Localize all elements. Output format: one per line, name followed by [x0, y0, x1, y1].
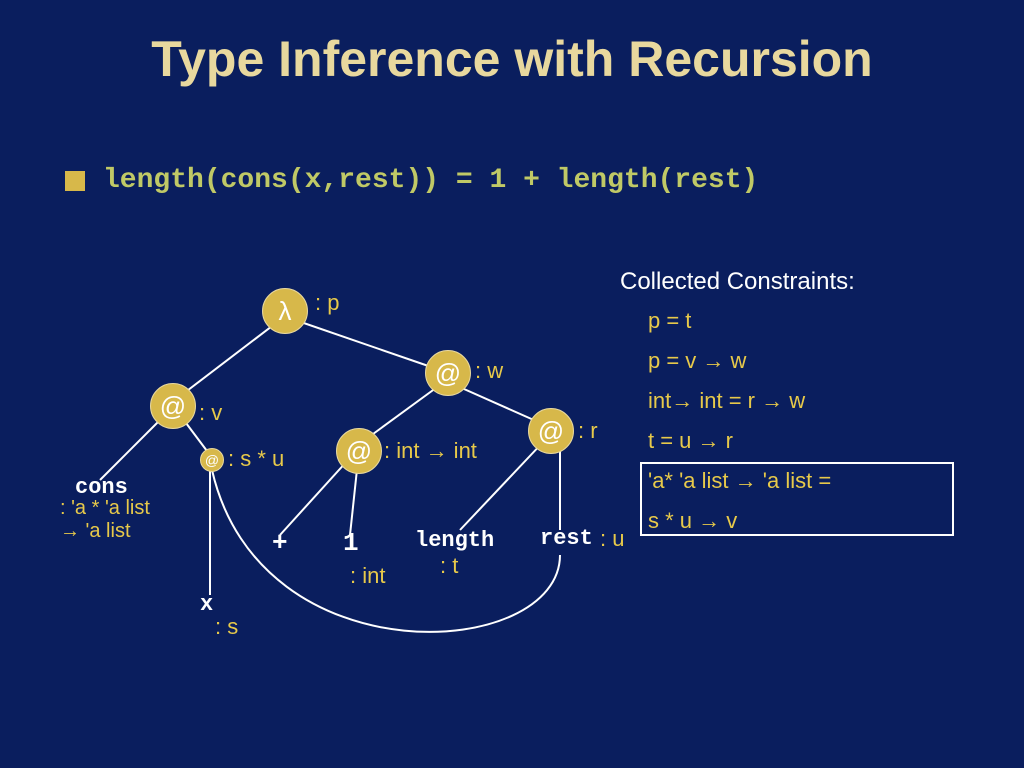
node-app-r: @: [528, 408, 574, 454]
leaf-rest: rest: [540, 526, 593, 551]
node-app-r-type: : r: [578, 418, 598, 444]
leaf-length: length: [415, 528, 494, 553]
leaf-length-type: : t: [440, 553, 458, 579]
node-app-su-type: : s * u: [228, 446, 284, 472]
node-app-intint: @: [336, 428, 382, 474]
node-app-intint-type: : int → int: [384, 438, 477, 464]
leaf-cons-type1: : 'a * 'a list: [60, 497, 150, 520]
leaf-cons-type2: → 'a list: [60, 520, 131, 543]
constraint-item: t = u → r: [648, 428, 831, 454]
node-app-su: @: [200, 448, 224, 472]
node-app-su-label: @: [205, 452, 219, 468]
constraint-item: int→ int = r → w: [648, 388, 831, 414]
node-app-w-type: : w: [475, 358, 503, 384]
constraint-item: p = v → w: [648, 348, 831, 374]
node-app-intint-label: @: [346, 436, 372, 467]
leaf-plus: +: [272, 528, 288, 558]
node-lambda: λ: [262, 288, 308, 334]
tree-edges: [0, 0, 1024, 768]
node-lambda-label: λ: [279, 296, 292, 327]
node-app-w-label: @: [435, 358, 461, 389]
node-lambda-type: : p: [315, 290, 339, 316]
leaf-x-type: : s: [215, 614, 238, 640]
leaf-one-type: : int: [350, 563, 385, 589]
leaf-one: 1: [343, 528, 359, 558]
constraint-item: p = t: [648, 308, 831, 334]
constraint-highlight-box: [640, 462, 954, 536]
node-app-w: @: [425, 350, 471, 396]
node-app-v-type: : v: [199, 400, 222, 426]
node-app-v-label: @: [160, 391, 186, 422]
leaf-rest-type: : u: [600, 526, 624, 552]
leaf-x: x: [200, 592, 213, 617]
node-app-v: @: [150, 383, 196, 429]
node-app-r-label: @: [538, 416, 564, 447]
constraints-title: Collected Constraints:: [620, 268, 855, 296]
diagram-stage: λ : p @ : v @ : w @ : r @ : s * u @ : in…: [0, 0, 1024, 768]
